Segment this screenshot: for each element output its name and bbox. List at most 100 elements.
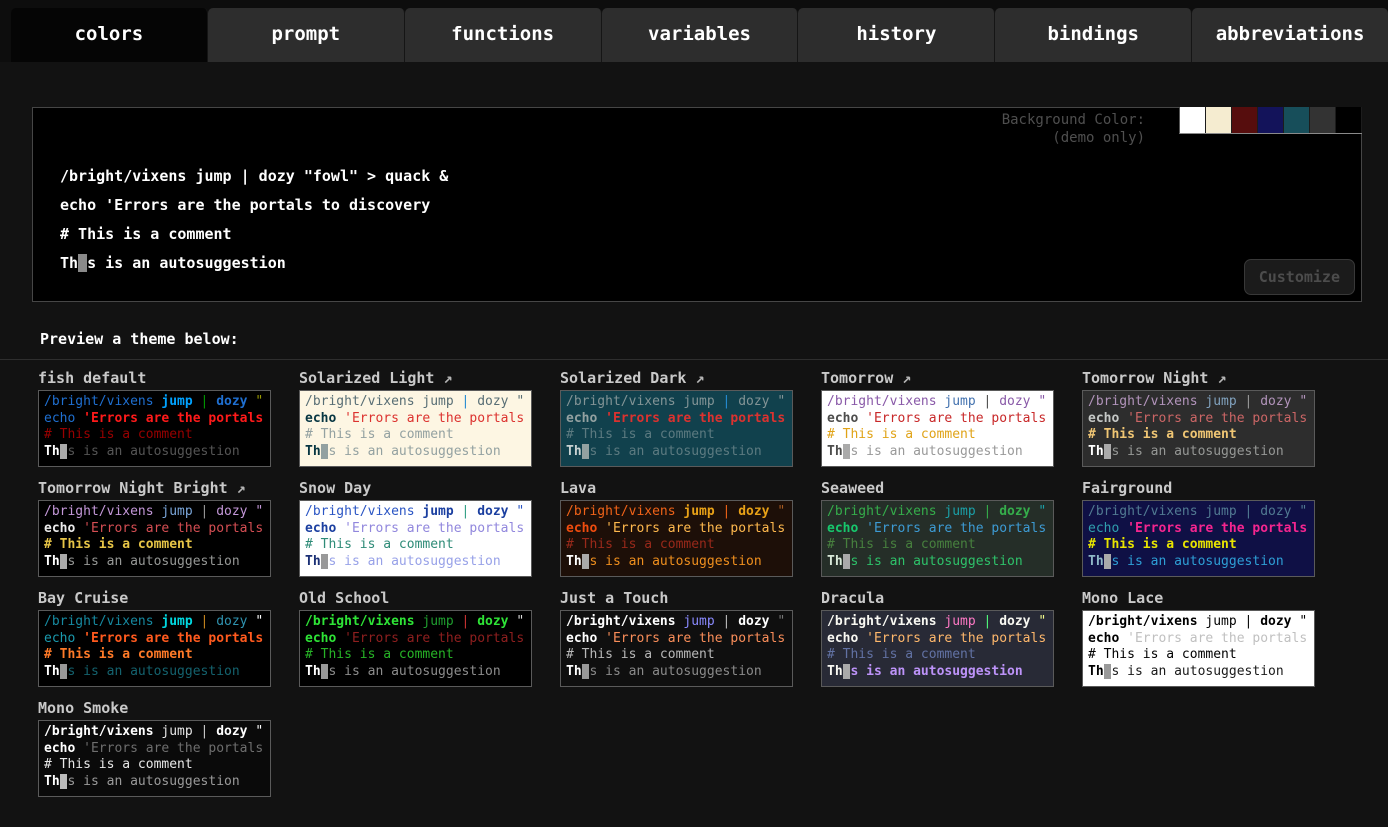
theme-title[interactable]: Mono Lace — [1082, 589, 1315, 607]
theme-preview[interactable]: /bright/vixens jump | dozy "echo 'Errors… — [38, 610, 271, 687]
external-link-icon[interactable]: ↗ — [686, 369, 704, 387]
external-link-icon[interactable]: ↗ — [1208, 369, 1226, 387]
customize-button[interactable]: Customize — [1244, 259, 1355, 295]
theme-title[interactable]: Dracula — [821, 589, 1054, 607]
theme-title[interactable]: Solarized Dark ↗ — [560, 369, 793, 387]
syntax-token: /bright/vixens — [827, 614, 944, 629]
syntax-token: Th — [44, 554, 60, 569]
theme-title[interactable]: Tomorrow Night ↗ — [1082, 369, 1315, 387]
syntax-token: # This is a comment — [305, 537, 454, 552]
theme-preview-line: /bright/vixens jump | dozy " — [1088, 504, 1309, 521]
syntax-token: /bright/vixens — [1088, 614, 1205, 629]
syntax-token: /bright/vixens — [44, 724, 161, 739]
theme-preview-line: # This is a comment — [566, 647, 787, 664]
theme-title[interactable]: Fairground — [1082, 479, 1315, 497]
bg-swatch-maroon[interactable] — [1232, 107, 1258, 133]
theme-preview[interactable]: /bright/vixens jump | dozy "echo 'Errors… — [1082, 610, 1315, 687]
theme-preview-line: This is an autosuggestion — [827, 554, 1048, 571]
theme-title[interactable]: Seaweed — [821, 479, 1054, 497]
bg-swatch-charcoal[interactable] — [1310, 107, 1336, 133]
syntax-token: jump — [422, 614, 461, 629]
theme-preview-line: This is an autosuggestion — [827, 444, 1048, 461]
theme-preview-line: echo 'Errors are the portals — [44, 411, 265, 428]
theme-title[interactable]: Old School — [299, 589, 532, 607]
theme-preview[interactable]: /bright/vixens jump | dozy "echo 'Errors… — [38, 390, 271, 467]
theme-preview[interactable]: /bright/vixens jump | dozy "echo 'Errors… — [299, 500, 532, 577]
theme-preview[interactable]: /bright/vixens jump | dozy "echo 'Errors… — [38, 720, 271, 797]
theme-preview[interactable]: /bright/vixens jump | dozy "echo 'Errors… — [560, 390, 793, 467]
theme-grid: fish default/bright/vixens jump | dozy "… — [0, 360, 1388, 797]
syntax-token: " — [255, 394, 263, 409]
bg-swatch-cream[interactable] — [1206, 107, 1232, 133]
syntax-token: /bright/vixens — [44, 614, 161, 629]
theme-preview[interactable]: /bright/vixens jump | dozy "echo 'Errors… — [560, 500, 793, 577]
external-link-icon[interactable]: ↗ — [434, 369, 452, 387]
syntax-token: /bright/vixens — [305, 504, 422, 519]
theme-title[interactable]: Tomorrow Night Bright ↗ — [38, 479, 271, 497]
theme-preview[interactable]: /bright/vixens jump | dozy "echo 'Errors… — [821, 390, 1054, 467]
bg-swatch-white[interactable] — [1180, 107, 1206, 133]
syntax-token: echo — [44, 521, 83, 536]
theme-preview-line: echo 'Errors are the portals — [44, 741, 265, 758]
theme-title[interactable]: Bay Cruise — [38, 589, 271, 607]
theme-preview-line: This is an autosuggestion — [44, 664, 265, 681]
theme-preview-line: # This is a comment — [566, 537, 787, 554]
syntax-token: # This is a comment — [305, 427, 454, 442]
theme-preview[interactable]: /bright/vixens jump | dozy "echo 'Errors… — [1082, 390, 1315, 467]
theme-preview[interactable]: /bright/vixens jump | dozy "echo 'Errors… — [821, 610, 1054, 687]
theme-card: Mono Lace/bright/vixens jump | dozy "ech… — [1082, 589, 1315, 687]
theme-preview[interactable]: /bright/vixens jump | dozy "echo 'Errors… — [299, 610, 532, 687]
theme-card: Mono Smoke/bright/vixens jump | dozy "ec… — [38, 699, 271, 797]
syntax-token: | — [723, 504, 739, 519]
syntax-token: dozy — [216, 724, 255, 739]
theme-preview[interactable]: /bright/vixens jump | dozy "echo 'Errors… — [821, 500, 1054, 577]
tab-history[interactable]: history — [798, 8, 995, 62]
syntax-token: jump — [944, 394, 983, 409]
syntax-token: dozy — [477, 504, 516, 519]
bg-swatch-teal[interactable] — [1284, 107, 1310, 133]
theme-title[interactable]: fish default — [38, 369, 271, 387]
syntax-token: echo — [566, 521, 605, 536]
syntax-token: echo — [827, 521, 866, 536]
theme-preview[interactable]: /bright/vixens jump | dozy "echo 'Errors… — [38, 500, 271, 577]
theme-preview[interactable]: /bright/vixens jump | dozy "echo 'Errors… — [299, 390, 532, 467]
syntax-token: # This is a comment — [827, 427, 976, 442]
theme-preview[interactable]: /bright/vixens jump | dozy "echo 'Errors… — [1082, 500, 1315, 577]
preview-line: /bright/vixens jump | dozy "fowl" > quac… — [60, 162, 1361, 191]
bg-swatch-black[interactable] — [1336, 107, 1362, 133]
external-link-icon[interactable]: ↗ — [893, 369, 911, 387]
theme-title[interactable]: Solarized Light ↗ — [299, 369, 532, 387]
bg-swatch-navy[interactable] — [1258, 107, 1284, 133]
theme-preview-line: echo 'Errors are the portals — [827, 521, 1048, 538]
syntax-token: | — [1245, 394, 1261, 409]
external-link-icon[interactable]: ↗ — [228, 479, 246, 497]
theme-name: Old School — [299, 589, 389, 607]
tab-variables[interactable]: variables — [602, 8, 799, 62]
syntax-token: jump — [161, 504, 200, 519]
syntax-token: | — [201, 394, 217, 409]
theme-title[interactable]: Lava — [560, 479, 793, 497]
syntax-token: /bright/vixens — [305, 614, 422, 629]
syntax-token: s is an autosuggestion — [1111, 444, 1283, 459]
syntax-token: Th — [44, 444, 60, 459]
theme-title[interactable]: Snow Day — [299, 479, 532, 497]
tab-bindings[interactable]: bindings — [995, 8, 1192, 62]
theme-preview-line: /bright/vixens jump | dozy " — [566, 394, 787, 411]
syntax-token: | — [201, 614, 217, 629]
theme-title[interactable]: Just a Touch — [560, 589, 793, 607]
theme-title[interactable]: Mono Smoke — [38, 699, 271, 717]
theme-name: Seaweed — [821, 479, 884, 497]
theme-preview[interactable]: /bright/vixens jump | dozy "echo 'Errors… — [560, 610, 793, 687]
tab-functions[interactable]: functions — [405, 8, 602, 62]
syntax-token: echo — [827, 631, 866, 646]
theme-name: Tomorrow Night — [1082, 369, 1208, 387]
theme-title[interactable]: Tomorrow ↗ — [821, 369, 1054, 387]
tab-prompt[interactable]: prompt — [208, 8, 405, 62]
syntax-token: | — [201, 504, 217, 519]
tab-bar: colorspromptfunctionsvariableshistorybin… — [0, 0, 1388, 62]
tab-colors[interactable]: colors — [11, 8, 208, 62]
tab-abbreviations[interactable]: abbreviations — [1192, 8, 1388, 62]
theme-card: Snow Day/bright/vixens jump | dozy "echo… — [299, 479, 532, 577]
syntax-token: | — [1245, 614, 1261, 629]
syntax-token: jump — [1205, 614, 1244, 629]
